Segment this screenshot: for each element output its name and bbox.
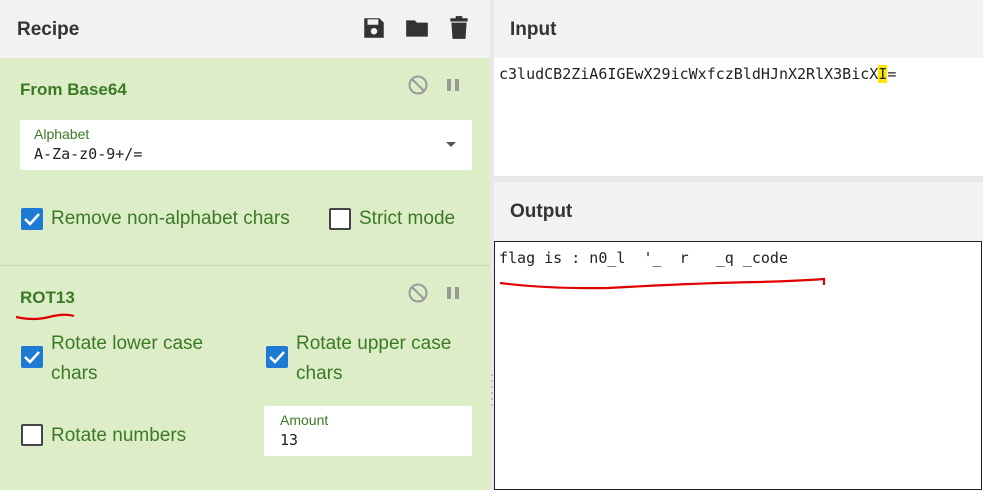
rotate-lower-label-line1: Rotate lower case [51, 333, 204, 354]
rotate-upper-checkbox[interactable] [266, 346, 288, 368]
strict-mode-label: Strict mode [359, 208, 456, 229]
checkmark-icon [269, 351, 285, 364]
splitter-grip [491, 398, 493, 400]
folder-icon[interactable] [404, 15, 430, 41]
pause-icon[interactable] [442, 282, 464, 304]
rotate-upper-label: Rotate upper case chars [296, 329, 451, 389]
alphabet-label: Alphabet [34, 126, 90, 142]
operation-title: From Base64 [20, 80, 127, 99]
operation-from-base64: From Base64 Alphabet A-Za-z0-9+/= Remove… [0, 58, 490, 266]
operation-rot13: ROT13 Rotate lower case chars Rotate upp… [0, 266, 490, 490]
recipe-title: Recipe [17, 19, 80, 40]
recipe-panel: Recipe From Base64 Alphabet A-Za-z0-9+/= [0, 0, 490, 490]
rotate-upper-label-line1: Rotate upper case [296, 333, 452, 354]
output-title: Output [510, 201, 573, 222]
disable-icon[interactable] [407, 282, 429, 304]
splitter-grip [491, 380, 493, 382]
red-underline-annotation [15, 313, 75, 321]
splitter-grip [491, 374, 493, 376]
rotate-lower-label: Rotate lower case chars [51, 329, 203, 389]
output-text: flag is : n0_l '_ r _q _code [499, 249, 788, 267]
output-header: Output [494, 182, 983, 241]
rotate-numbers-label: Rotate numbers [51, 425, 187, 446]
amount-input[interactable]: Amount 13 [264, 406, 472, 456]
input-title: Input [510, 19, 557, 40]
splitter-grip [491, 392, 493, 394]
input-text: c3ludCB2ZiA6IGEwX29icWxfczBldHJnX2RlX3Bi… [499, 65, 896, 83]
red-underline-annotation [499, 277, 826, 290]
pause-icon[interactable] [442, 74, 464, 96]
input-textarea[interactable]: c3ludCB2ZiA6IGEwX29icWxfczBldHJnX2RlX3Bi… [494, 58, 983, 176]
rotate-numbers-checkbox[interactable] [21, 424, 43, 446]
chevron-down-icon [446, 142, 456, 147]
checkmark-icon [24, 213, 40, 226]
rotate-upper-label-line2: chars [296, 363, 343, 384]
rotate-lower-checkbox[interactable] [21, 346, 43, 368]
trash-icon[interactable] [446, 15, 472, 41]
alphabet-dropdown[interactable]: Alphabet A-Za-z0-9+/= [20, 120, 472, 170]
disable-icon[interactable] [407, 74, 429, 96]
remove-non-alphabet-label: Remove non-alphabet chars [51, 208, 290, 229]
input-header: Input [494, 0, 983, 59]
splitter-grip [491, 386, 493, 388]
splitter-grip [491, 404, 493, 406]
remove-non-alphabet-checkbox[interactable] [21, 208, 43, 230]
alphabet-value: A-Za-z0-9+/= [34, 145, 143, 163]
text-cursor: I [878, 65, 888, 83]
input-text-main: c3ludCB2ZiA6IGEwX29icWxfczBldHJnX2RlX3Bi… [499, 65, 879, 83]
recipe-header: Recipe [0, 0, 490, 59]
amount-label: Amount [280, 412, 329, 428]
amount-value: 13 [280, 431, 299, 449]
operation-title: ROT13 [20, 288, 75, 307]
output-textarea[interactable]: flag is : n0_l '_ r _q _code [494, 241, 982, 490]
strict-mode-checkbox[interactable] [329, 208, 351, 230]
rotate-lower-label-line2: chars [51, 363, 98, 384]
save-icon[interactable] [361, 15, 387, 41]
checkmark-icon [24, 351, 40, 364]
input-text-end: = [887, 65, 897, 83]
